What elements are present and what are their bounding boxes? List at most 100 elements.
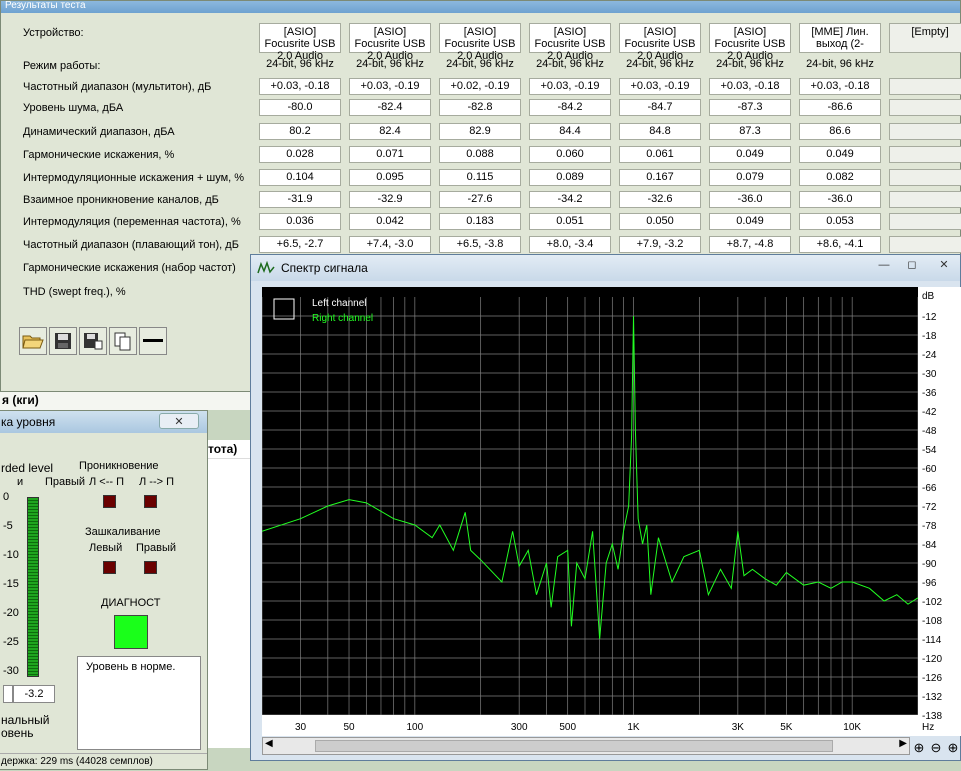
close-icon: ✕ (939, 259, 949, 271)
result-cell (889, 57, 961, 74)
zoom-out-icon[interactable]: ⊖ (928, 740, 944, 756)
left-channel-label: и (17, 476, 24, 488)
result-cell: 0.060 (529, 146, 611, 163)
crosstalk-rl-indicator (144, 495, 157, 508)
zoom-in-icon[interactable]: ⊕ (911, 740, 927, 756)
close-icon: ✕ (174, 416, 184, 428)
y-tick-label: -114 (922, 635, 942, 646)
y-tick-label: -126 (922, 673, 942, 684)
result-cell: -36.0 (709, 191, 791, 208)
result-cell: -82.4 (349, 99, 431, 116)
x-tick-label: 30 (294, 722, 307, 733)
result-cell: +8.0, -3.4 (529, 236, 611, 253)
result-row-label: Режим работы: (23, 60, 101, 72)
level-value[interactable]: -3.2 (13, 685, 55, 703)
device-header[interactable]: [ASIO] Focusrite USB 2.0 Audio (709, 23, 791, 62)
x-tick-label: 100 (406, 722, 424, 733)
zoom-in-y-icon[interactable]: ⊕ (945, 740, 961, 756)
copy-icon (114, 332, 131, 351)
device-header[interactable]: [ASIO] Focusrite USB 2.0 Audio (619, 23, 701, 62)
device-header[interactable]: [Empty] (889, 23, 961, 53)
result-cell: 0.050 (619, 213, 701, 230)
x-unit-label: Hz (922, 722, 935, 733)
close-button[interactable]: ✕ (159, 413, 199, 429)
result-cell: +7.9, -3.2 (619, 236, 701, 253)
device-header[interactable]: [ASIO] Focusrite USB 2.0 Audio (529, 23, 611, 62)
maximize-button[interactable]: ◻ (899, 257, 925, 273)
result-cell: +8.6, -4.1 (799, 236, 881, 253)
status-bar: держка: 229 ms (44028 семплов) (0, 753, 207, 771)
y-tick-label: -90 (922, 559, 937, 570)
right-channel-label: Правый (45, 476, 86, 488)
y-tick-label: -102 (922, 597, 942, 608)
result-row: Уровень шума, дБА -80.0 -82.4 -82.8 -84.2 -84… (1, 99, 961, 119)
y-tick-label: -12 (922, 312, 937, 323)
spectrum-plot[interactable]: dB -12 -18 -24 -30 -36 -42 -48 -54 -60 -66 -72 -78 -8… (261, 287, 961, 725)
clip-right-indicator (144, 561, 157, 574)
recorded-level-label: rded level (1, 461, 54, 475)
result-row-label: Интермодуляционные искажения + шум, % (23, 172, 245, 184)
bottom-text-2: овень (1, 726, 34, 740)
minimize-button[interactable]: — (871, 257, 897, 273)
result-cell: -31.9 (259, 191, 341, 208)
save-as-icon (84, 333, 103, 350)
result-cell (889, 146, 961, 163)
result-cell: +0.02, -0.19 (439, 78, 521, 95)
result-row: Интермодуляционные искажения + шум, % 0.1… (1, 169, 961, 189)
device-header[interactable]: [MME] Лин. выход (2- (799, 23, 881, 53)
x-tick-label: 300 (510, 722, 528, 733)
result-cell: 0.036 (259, 213, 341, 230)
result-row-label: Уровень шума, дБА (23, 102, 124, 114)
result-cell (889, 78, 961, 95)
horizontal-scrollbar[interactable]: ◀ ▶ (262, 737, 910, 755)
result-cell: 86.6 (799, 123, 881, 140)
background-heading: я (кги) (0, 392, 250, 410)
minimize-icon: — (878, 259, 890, 271)
result-row: Динамический диапазон, дБА 80.2 82.4 82.9 84… (1, 123, 961, 143)
result-cell (889, 99, 961, 116)
result-cell: 0.028 (259, 146, 341, 163)
result-cell: +7.4, -3.0 (349, 236, 431, 253)
result-cell: 0.053 (799, 213, 881, 230)
result-cell: 0.049 (799, 146, 881, 163)
result-cell: +0.03, -0.18 (799, 78, 881, 95)
save-as-button[interactable] (79, 327, 107, 355)
y-tick-label: -30 (922, 369, 937, 380)
device-header[interactable]: [ASIO] Focusrite USB 2.0 Audio (259, 23, 341, 62)
y-tick-label: -108 (922, 616, 942, 627)
result-cell: 0.115 (439, 169, 521, 186)
level-scale-tick: 0 (3, 491, 10, 503)
level-input-left[interactable] (3, 685, 13, 703)
x-tick-label: 500 (559, 722, 577, 733)
y-tick-label: -42 (922, 407, 937, 418)
result-cell: -80.0 (259, 99, 341, 116)
result-cell: -34.2 (529, 191, 611, 208)
y-unit-label: dB (922, 291, 935, 302)
result-cell: 0.071 (349, 146, 431, 163)
device-header[interactable]: [ASIO] Focusrite USB 2.0 Audio (439, 23, 521, 62)
crosstalk-title: Проникновение (79, 460, 159, 472)
result-cell: 24-bit, 96 kHz (626, 58, 694, 70)
x-tick-label: 50 (343, 722, 355, 733)
scroll-thumb[interactable] (315, 740, 833, 752)
result-cell: 24-bit, 96 kHz (536, 58, 604, 70)
background-fragment: тота) (208, 440, 250, 458)
result-cell: 0.049 (709, 146, 791, 163)
background-panel (208, 458, 250, 748)
spectrum-close-button[interactable]: ✕ (931, 257, 957, 273)
scroll-left-icon[interactable]: ◀ (265, 738, 273, 749)
device-header[interactable]: [ASIO] Focusrite USB 2.0 Audio (349, 23, 431, 62)
level-scale-tick: -10 (3, 549, 19, 561)
scroll-right-icon[interactable]: ▶ (899, 738, 907, 749)
results-window-title: Результаты теста (1, 1, 960, 13)
result-cell: -86.6 (799, 99, 881, 116)
save-button[interactable] (49, 327, 77, 355)
open-button[interactable] (19, 327, 47, 355)
minimize-table-button[interactable] (139, 327, 167, 355)
y-tick-label: -96 (922, 578, 937, 589)
copy-button[interactable] (109, 327, 137, 355)
result-row-label: Гармонические искажения (набор частот) (23, 262, 236, 274)
result-cell: 24-bit, 96 kHz (266, 58, 334, 70)
result-cell: +6.5, -3.8 (439, 236, 521, 253)
result-cell: +0.03, -0.19 (529, 78, 611, 95)
